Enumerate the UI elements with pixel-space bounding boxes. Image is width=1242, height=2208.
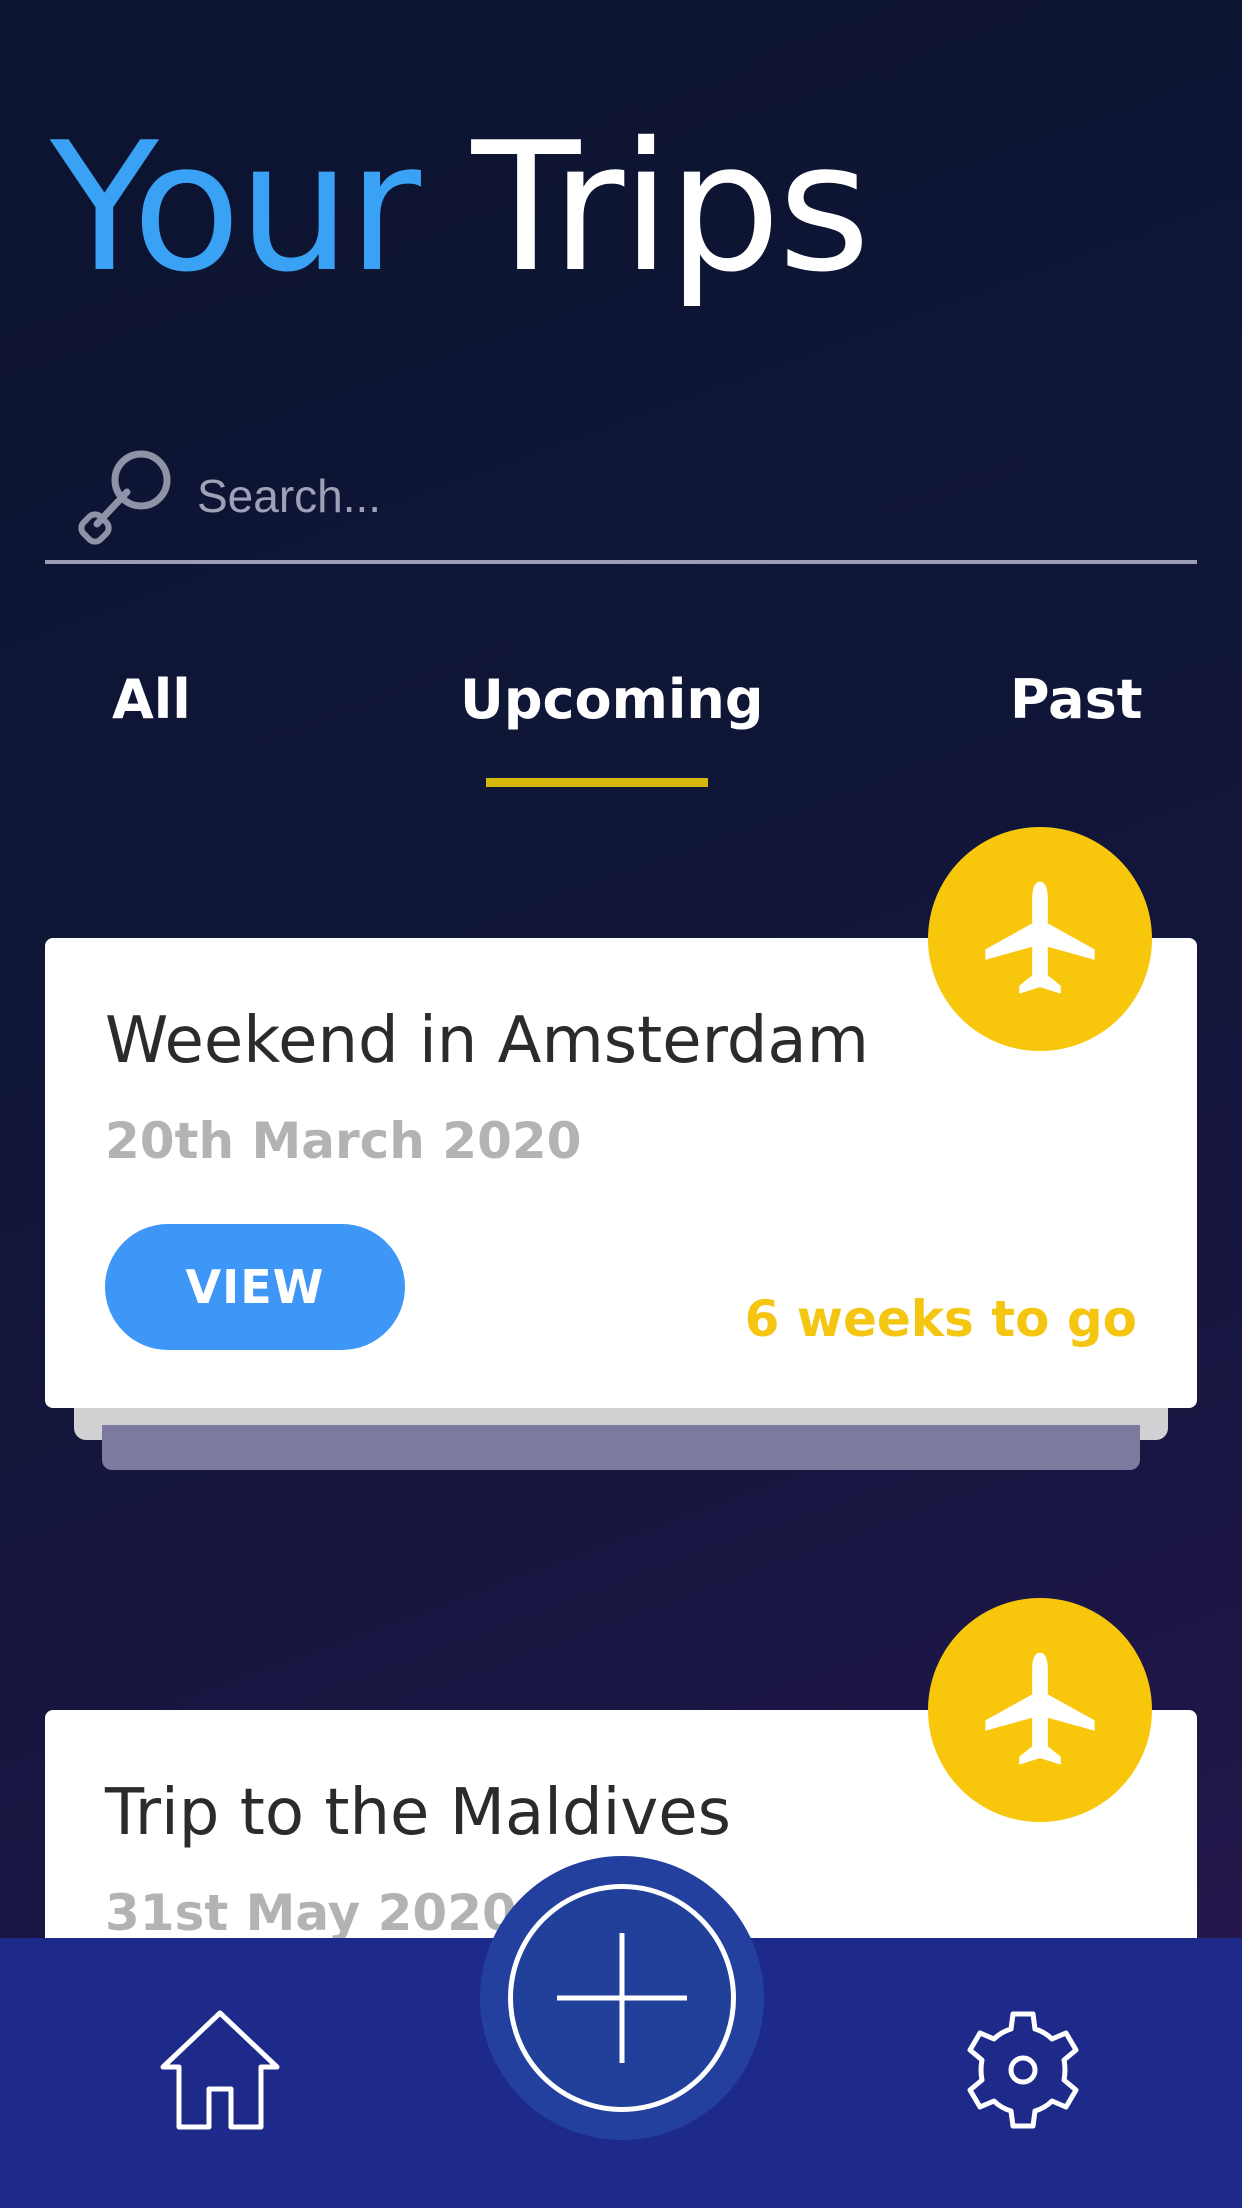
- card-stack-layer: [102, 1425, 1140, 1470]
- add-trip-button[interactable]: [508, 1884, 736, 2112]
- plus-icon: [557, 1933, 687, 2063]
- search-input[interactable]: [195, 450, 1099, 542]
- trip-countdown: 6 weeks to go: [744, 1290, 1137, 1348]
- gear-icon[interactable]: [958, 2005, 1088, 2135]
- tab-upcoming[interactable]: Upcoming: [460, 660, 764, 740]
- page-title: Your Trips: [50, 108, 871, 308]
- home-icon[interactable]: [155, 2005, 285, 2135]
- active-tab-indicator: [486, 778, 708, 787]
- view-button[interactable]: VIEW: [105, 1224, 405, 1350]
- search-bar: [45, 430, 1197, 564]
- tab-all[interactable]: All: [112, 660, 191, 740]
- airplane-icon: [928, 1598, 1152, 1822]
- trip-date: 20th March 2020: [105, 1112, 582, 1170]
- trip-title: Trip to the Maldives: [105, 1776, 731, 1850]
- airplane-icon: [928, 827, 1152, 1051]
- search-icon: [73, 440, 183, 550]
- page-title-part2: Trips: [471, 104, 871, 311]
- page-title-part1: Your: [50, 104, 421, 311]
- trip-title: Weekend in Amsterdam: [105, 1004, 869, 1078]
- tab-past[interactable]: Past: [1010, 660, 1143, 740]
